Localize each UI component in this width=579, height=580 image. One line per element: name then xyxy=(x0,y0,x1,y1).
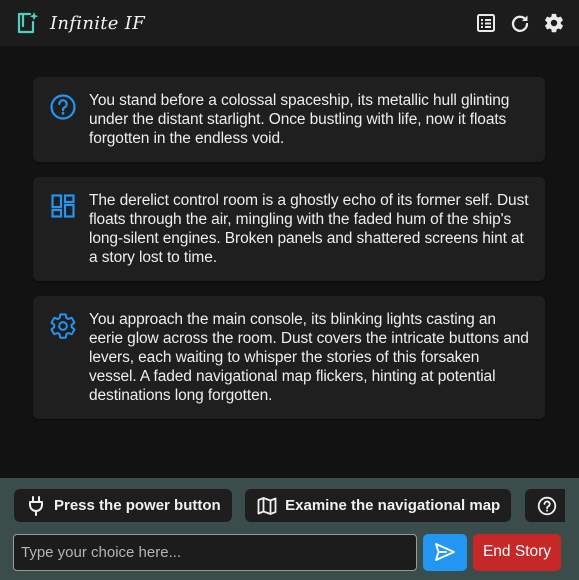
list-icon[interactable] xyxy=(475,12,497,34)
choice-chip[interactable]: Lo xyxy=(524,489,565,522)
choice-label: Examine the navigational map xyxy=(285,497,501,514)
story-text: You approach the main console, its blink… xyxy=(89,311,529,404)
choice-chip[interactable]: Examine the navigational map xyxy=(245,489,512,522)
app-window: Infinite IF You stand before a colossal … xyxy=(0,0,579,580)
top-app-bar: Infinite IF xyxy=(0,0,579,46)
question-circle-icon xyxy=(49,91,77,148)
brand: Infinite IF xyxy=(14,10,145,36)
dashboard-grid-icon xyxy=(49,191,77,267)
app-title: Infinite IF xyxy=(50,12,145,34)
story-entry: You approach the main console, its blink… xyxy=(33,296,545,419)
story-text: You stand before a colossal spaceship, i… xyxy=(89,92,510,147)
story-entry: You stand before a colossal spaceship, i… xyxy=(33,77,545,162)
input-row: End Story xyxy=(13,533,567,571)
plug-icon xyxy=(26,495,46,516)
gear-icon[interactable] xyxy=(543,12,565,34)
header-actions xyxy=(475,12,565,34)
story-entry: The derelict control room is a ghostly e… xyxy=(33,177,545,281)
gear-icon xyxy=(49,310,77,405)
send-icon xyxy=(434,542,456,562)
refresh-icon[interactable] xyxy=(509,12,531,34)
question-circle-icon xyxy=(537,496,557,516)
send-button[interactable] xyxy=(423,533,467,571)
choice-input[interactable] xyxy=(13,533,417,571)
story-log: You stand before a colossal spaceship, i… xyxy=(0,46,579,478)
story-text: The derelict control room is a ghostly e… xyxy=(89,192,529,266)
map-icon xyxy=(257,496,277,516)
action-panel: Press the power button Examine the navig… xyxy=(0,478,579,580)
book-sparkle-icon xyxy=(14,10,40,36)
choice-chip[interactable]: Press the power button xyxy=(14,489,232,522)
choice-chips[interactable]: Press the power button Examine the navig… xyxy=(14,489,565,523)
choice-label: Press the power button xyxy=(54,497,221,514)
end-story-button[interactable]: End Story xyxy=(473,533,561,571)
